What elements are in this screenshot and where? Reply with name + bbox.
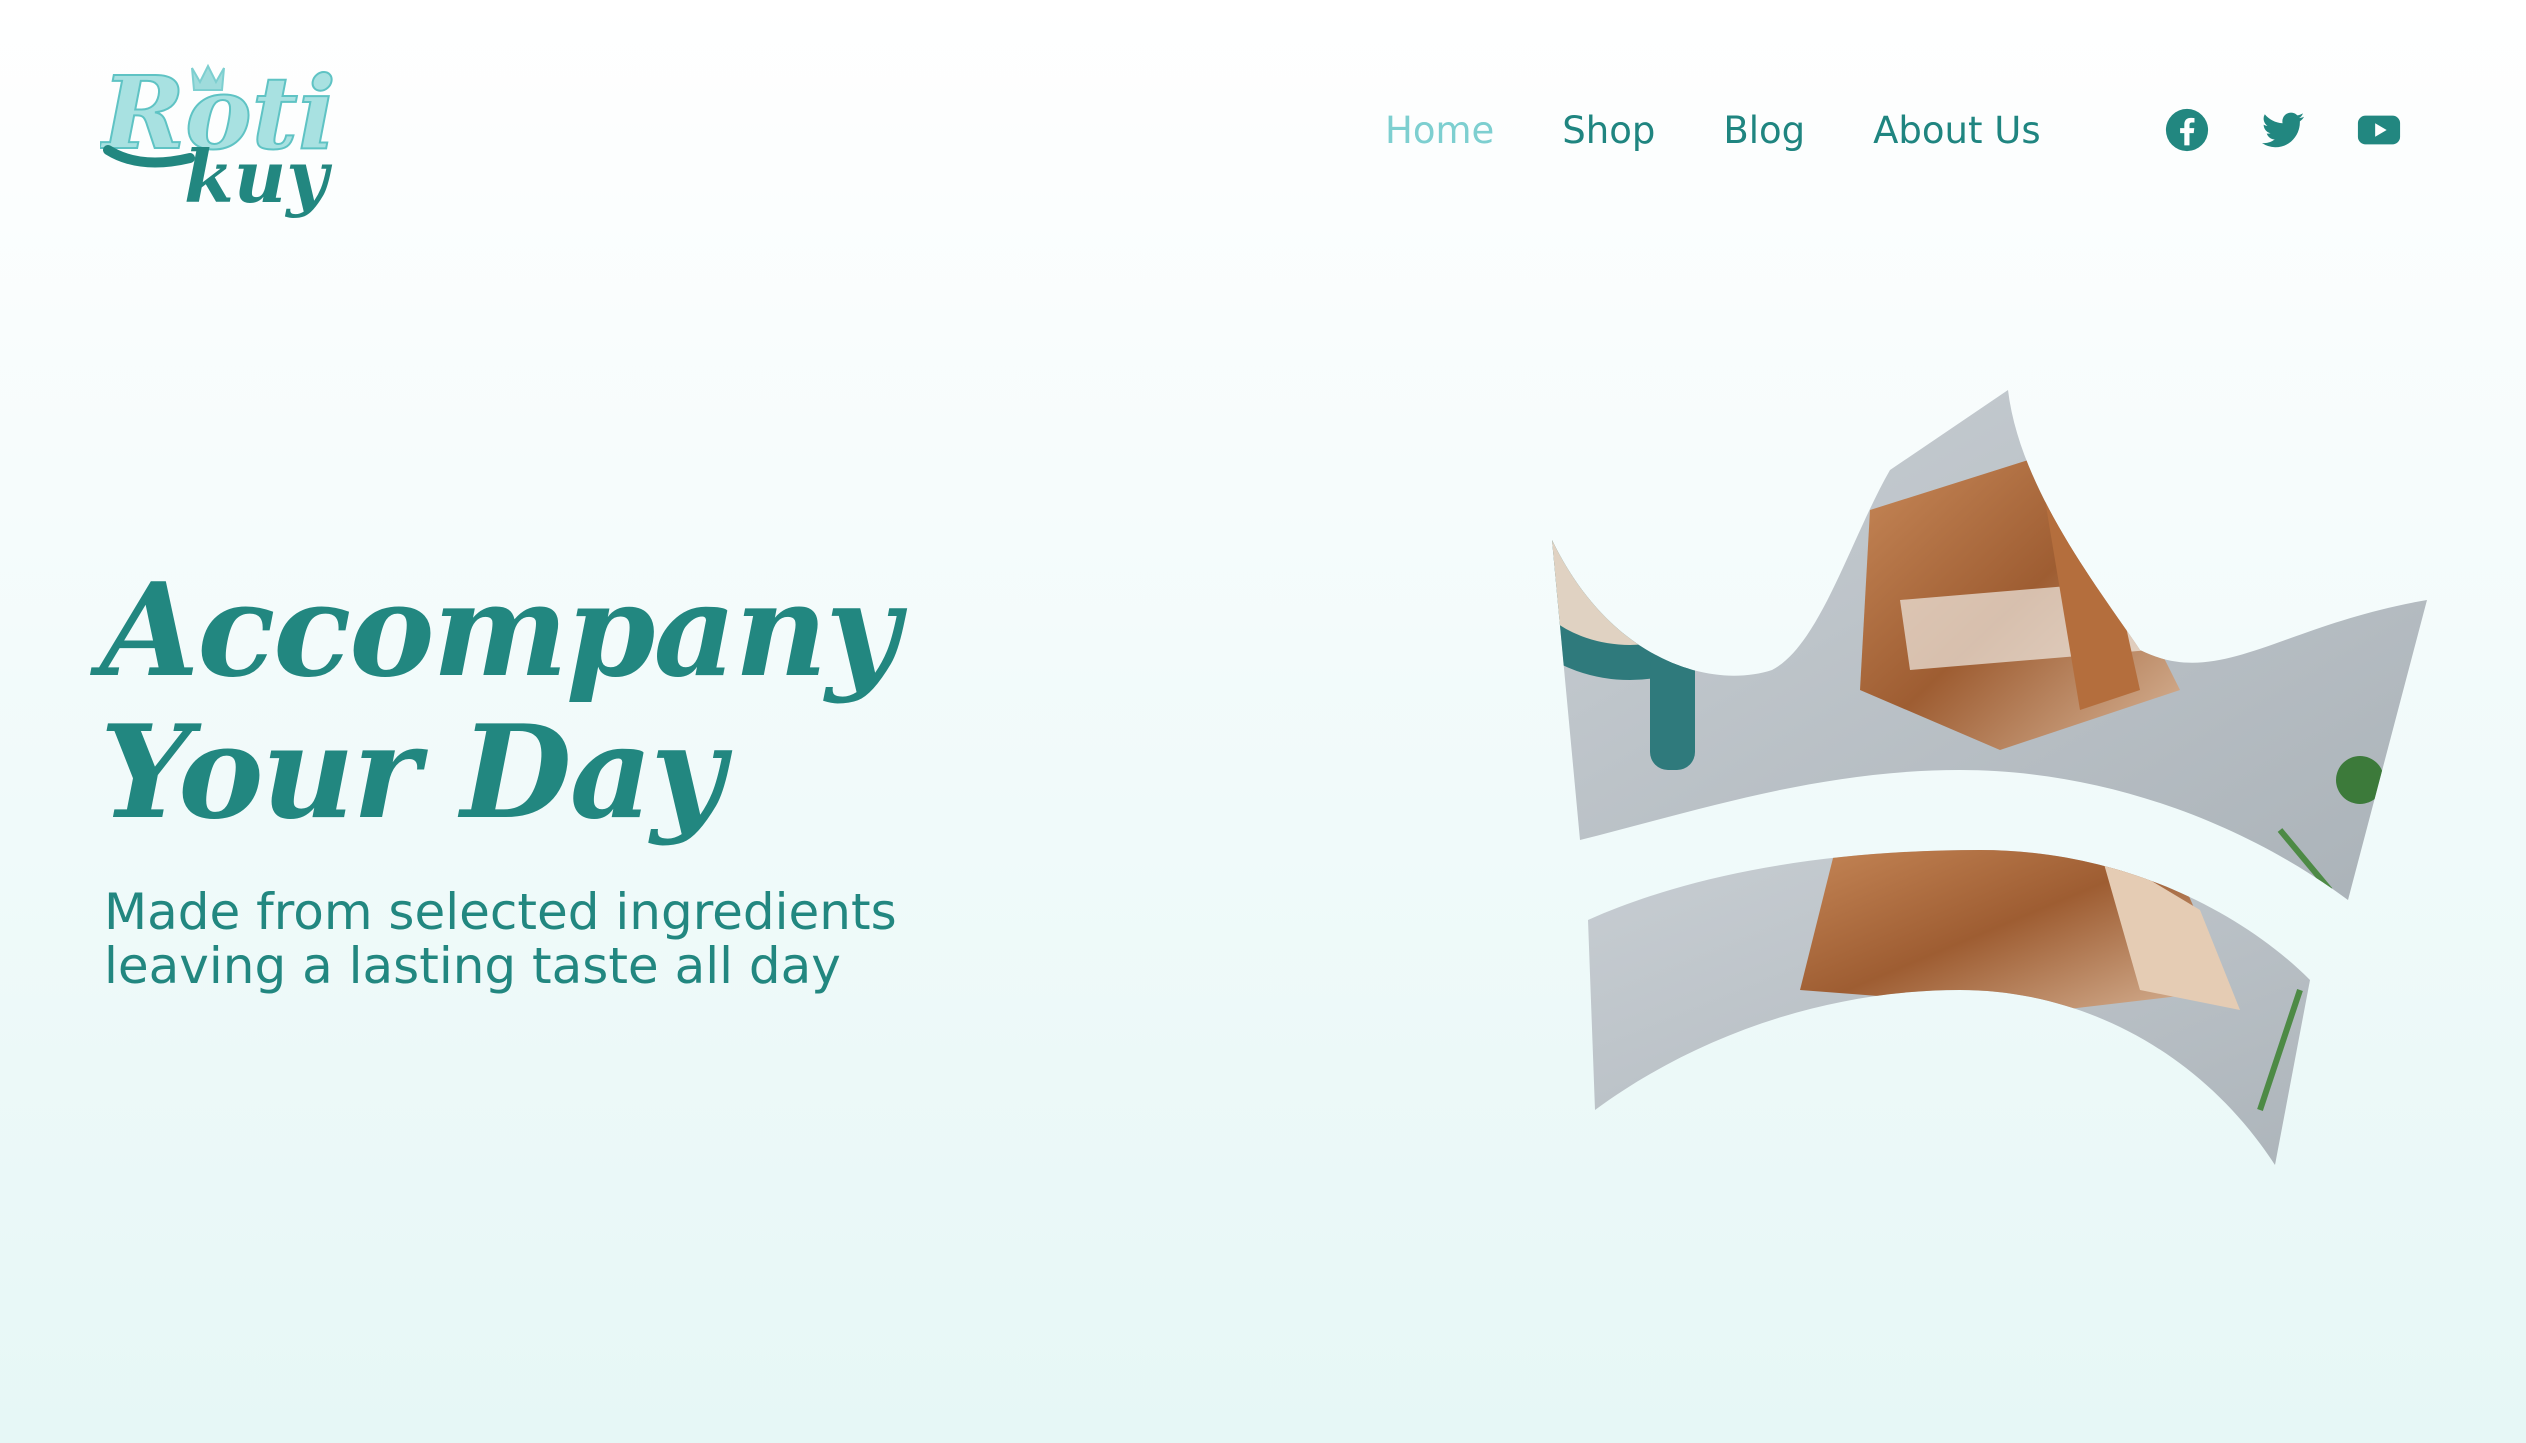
twitter-icon[interactable] (2259, 106, 2307, 154)
brand-logo[interactable]: Roti kuy (100, 40, 340, 220)
nav-blog[interactable]: Blog (1723, 109, 1805, 152)
facebook-icon[interactable] (2163, 106, 2211, 154)
headline-line-2: Your Day (100, 698, 725, 848)
subtitle-line-2: leaving a lasting taste all day (104, 937, 841, 995)
social-links (2163, 100, 2403, 160)
headline-line-1: Accompany (100, 556, 900, 706)
main-nav: Home Shop Blog About Us (1385, 100, 2109, 160)
nav-home[interactable]: Home (1385, 109, 1494, 152)
hero-headline: Accompany Your Day (100, 560, 1200, 844)
hero-subtitle: Made from selected ingredients leaving a… (104, 885, 897, 993)
nav-shop[interactable]: Shop (1562, 109, 1655, 152)
logo-text-bottom: kuy (184, 134, 332, 219)
subtitle-line-1: Made from selected ingredients (104, 883, 897, 941)
crown-top-photo (1552, 390, 2427, 900)
nav-about-us[interactable]: About Us (1873, 109, 2041, 152)
hero-crown-image (1540, 390, 2440, 1190)
crown-bottom-photo (1588, 850, 2310, 1165)
youtube-icon[interactable] (2355, 106, 2403, 154)
